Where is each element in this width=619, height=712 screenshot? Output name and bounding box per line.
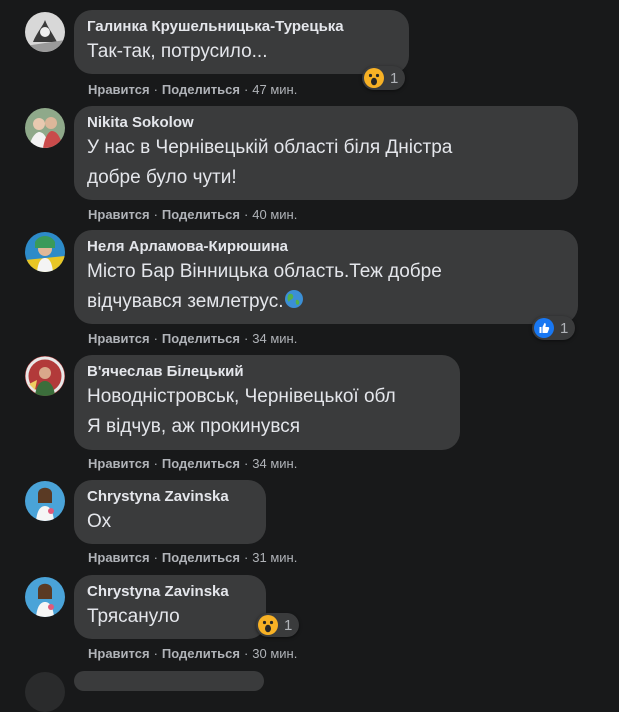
reaction-count[interactable]: 1 [532, 316, 576, 340]
comment-bubble: Chrystyna Zavinska Трясануло [74, 575, 266, 639]
separator: · [243, 207, 249, 222]
comment-text: Так-так, потрусило... [87, 41, 268, 62]
like-reaction-icon [534, 318, 554, 338]
avatar[interactable] [25, 12, 65, 52]
separator: · [153, 646, 158, 661]
share-link[interactable]: Поделиться [162, 646, 240, 661]
like-link[interactable]: Нравится [88, 207, 150, 222]
share-link[interactable]: Поделиться [162, 550, 240, 565]
avatar[interactable] [25, 232, 65, 272]
comment-actions: Нравится · Поделиться · 40 мин. [88, 207, 297, 223]
comment-bubble: Nikita Sokolow У нас в Чернівецькій обла… [74, 106, 578, 200]
comment-text: Новодністровськ, Чернівецької обл [87, 386, 396, 407]
like-link[interactable]: Нравится [88, 646, 150, 661]
separator: · [243, 82, 249, 97]
separator: · [153, 207, 158, 222]
comment-actions: Нравится · Поделиться · 47 мин. [88, 82, 297, 98]
wow-icon [364, 68, 384, 88]
comment-bubble: Chrystyna Zavinska Ох [74, 480, 266, 544]
separator: · [153, 456, 158, 471]
share-link[interactable]: Поделиться [162, 207, 240, 222]
avatar[interactable] [25, 577, 65, 617]
reaction-count[interactable]: 1 [256, 613, 300, 637]
separator: · [153, 82, 158, 97]
comment-bubble: Неля Арламова-Кирюшина Місто Бар Вінниць… [74, 230, 578, 324]
wow-icon [258, 615, 278, 635]
separator: · [243, 456, 249, 471]
avatar[interactable] [25, 356, 65, 396]
avatar[interactable] [25, 481, 65, 521]
comment-author[interactable]: Неля Арламова-Кирюшина [87, 237, 565, 257]
separator: · [243, 550, 249, 565]
comment-text: відчувався землетрус. [87, 291, 284, 312]
comment-author[interactable]: Chrystyna Zavinska [87, 487, 253, 507]
globe-emoji-icon [285, 290, 304, 308]
timestamp[interactable]: 34 мин. [252, 456, 297, 471]
avatar[interactable] [25, 108, 65, 148]
timestamp[interactable]: 30 мин. [252, 646, 297, 661]
comment-author[interactable]: Nikita Sokolow [87, 113, 565, 133]
comment-author[interactable]: Галинка Крушельницька-Турецька [87, 17, 396, 37]
comment-text: Трясануло [87, 606, 180, 627]
comment-text: Ох [87, 511, 112, 532]
share-link[interactable]: Поделиться [162, 82, 240, 97]
reaction-count-value: 1 [284, 616, 293, 634]
reaction-count-value: 1 [390, 69, 399, 87]
comment-bubble [74, 671, 264, 691]
comment-author[interactable]: В'ячеслав Білецький [87, 362, 447, 382]
comment-author[interactable]: Chrystyna Zavinska [87, 582, 253, 602]
separator: · [243, 331, 249, 346]
comment-bubble: Галинка Крушельницька-Турецька Так-так, … [74, 10, 409, 74]
reaction-count-value: 1 [560, 319, 569, 337]
like-link[interactable]: Нравится [88, 331, 150, 346]
comment-bubble: В'ячеслав Білецький Новодністровськ, Чер… [74, 355, 460, 450]
comment-actions: Нравится · Поделиться · 30 мин. [88, 646, 297, 662]
share-link[interactable]: Поделиться [162, 331, 240, 346]
separator: · [243, 646, 249, 661]
like-link[interactable]: Нравится [88, 550, 150, 565]
separator: · [153, 331, 158, 346]
comment-actions: Нравится · Поделиться · 31 мин. [88, 550, 297, 566]
reaction-count[interactable]: 1 [362, 66, 406, 90]
like-link[interactable]: Нравится [88, 456, 150, 471]
comment-text-line: відчувався землетрус. [87, 287, 565, 317]
comment-actions: Нравится · Поделиться · 34 мин. [88, 331, 297, 347]
comment-text: добре було чути! [87, 167, 237, 188]
separator: · [153, 550, 158, 565]
timestamp[interactable]: 34 мин. [252, 331, 297, 346]
comment-text: Я відчув, аж прокинувся [87, 416, 301, 437]
share-link[interactable]: Поделиться [162, 456, 240, 471]
comment-actions: Нравится · Поделиться · 34 мин. [88, 456, 297, 472]
avatar[interactable] [25, 672, 65, 712]
comment-text: У нас в Чернівецькій області біля Дністр… [87, 137, 453, 158]
like-link[interactable]: Нравится [88, 82, 150, 97]
comment-text: Місто Бар Вінницька область.Теж добре [87, 261, 442, 282]
timestamp[interactable]: 40 мин. [252, 207, 297, 222]
timestamp[interactable]: 47 мин. [252, 82, 297, 97]
timestamp[interactable]: 31 мин. [252, 550, 297, 565]
